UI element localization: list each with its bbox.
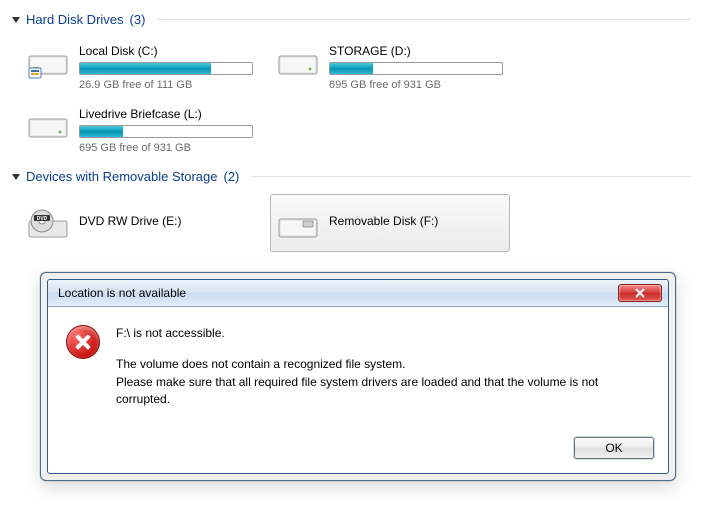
drive-free-text: 695 GB free of 931 GB xyxy=(329,79,503,91)
dialog-line2: The volume does not contain a recognized… xyxy=(116,356,652,408)
section-header-removable[interactable]: Devices with Removable Storage (2) xyxy=(12,169,691,184)
dvd-drive-icon: DVD xyxy=(27,207,69,243)
dialog-title-text: Location is not available xyxy=(58,286,186,300)
dialog-message: F:\ is not accessible. The volume does n… xyxy=(116,325,652,425)
dialog-titlebar[interactable]: Location is not available xyxy=(48,280,668,307)
hard-drive-icon xyxy=(277,46,319,82)
drive-free-text: 695 GB free of 931 GB xyxy=(79,142,253,154)
divider xyxy=(157,19,691,20)
error-icon xyxy=(66,325,100,359)
space-bar xyxy=(79,62,253,75)
drive-local-c[interactable]: Local Disk (C:) 26.9 GB free of 111 GB xyxy=(20,37,260,96)
collapse-arrow-icon xyxy=(12,17,20,23)
section-count: (3) xyxy=(130,12,146,27)
error-dialog: Location is not available F:\ is not acc… xyxy=(40,272,676,481)
section-count: (2) xyxy=(223,169,239,184)
drive-label: Livedrive Briefcase (L:) xyxy=(79,107,253,121)
drive-livedrive-l[interactable]: Livedrive Briefcase (L:) 695 GB free of … xyxy=(20,100,260,159)
space-bar-fill xyxy=(80,63,211,74)
drive-label: Removable Disk (F:) xyxy=(329,214,438,228)
dialog-line1: F:\ is not accessible. xyxy=(116,325,652,342)
drive-label: DVD RW Drive (E:) xyxy=(79,214,181,228)
drive-label: STORAGE (D:) xyxy=(329,44,503,58)
drive-storage-d[interactable]: STORAGE (D:) 695 GB free of 931 GB xyxy=(270,37,510,96)
divider xyxy=(251,176,691,177)
space-bar-fill xyxy=(330,63,373,74)
close-icon xyxy=(633,288,647,298)
section-header-hdd[interactable]: Hard Disk Drives (3) xyxy=(12,12,691,27)
drive-removable-f[interactable]: Removable Disk (F:) xyxy=(270,194,510,252)
svg-text:DVD: DVD xyxy=(37,216,48,222)
space-bar xyxy=(329,62,503,75)
removable-disk-icon xyxy=(277,207,319,243)
drive-dvd-e[interactable]: DVD DVD RW Drive (E:) xyxy=(20,194,260,252)
space-bar-fill xyxy=(80,126,123,137)
hard-drive-icon xyxy=(27,46,69,82)
drive-label: Local Disk (C:) xyxy=(79,44,253,58)
hard-drive-icon xyxy=(27,109,69,145)
close-button[interactable] xyxy=(618,284,662,302)
ok-button[interactable]: OK xyxy=(574,437,654,459)
section-title: Devices with Removable Storage xyxy=(26,169,217,184)
drive-free-text: 26.9 GB free of 111 GB xyxy=(79,79,253,91)
collapse-arrow-icon xyxy=(12,174,20,180)
space-bar xyxy=(79,125,253,138)
section-title: Hard Disk Drives xyxy=(26,12,124,27)
